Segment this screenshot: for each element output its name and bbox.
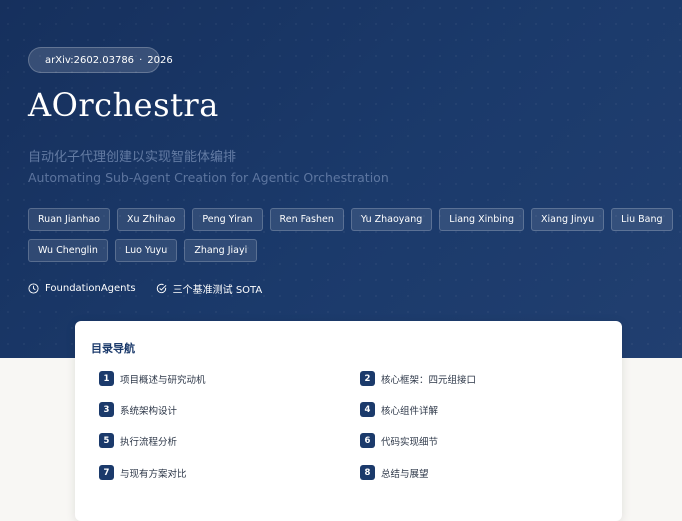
toc-label: 执行流程分析 <box>120 436 178 448</box>
toc-number: 1 <box>99 371 114 386</box>
toc-number: 7 <box>99 465 114 480</box>
author-tag[interactable]: Liang Xinbing <box>439 208 524 231</box>
benchmark-info: 三个基准测试 SOTA <box>156 281 263 296</box>
check-circle-icon <box>156 283 167 294</box>
toc-label: 代码实现细节 <box>381 436 439 448</box>
toc-label: 系统架构设计 <box>120 405 178 417</box>
author-tag[interactable]: Xiang Jinyu <box>531 208 605 231</box>
author-tag[interactable]: Xu Zhihao <box>117 208 186 231</box>
toc-item-1[interactable]: 1 项目概述与研究动机 <box>99 371 206 386</box>
toc-number: 5 <box>99 433 114 448</box>
meta-row: FoundationAgents 三个基准测试 SOTA <box>28 281 282 296</box>
toc-item-2[interactable]: 2 核心框架：四元组接口 <box>360 371 476 386</box>
author-tag[interactable]: Peng Yiran <box>192 208 263 231</box>
author-tag[interactable]: Ruan Jianhao <box>28 208 110 231</box>
author-tag[interactable]: Liu Bang <box>611 208 673 231</box>
subtitle-chinese: 自动化子代理创建以实现智能体编排 <box>28 150 237 165</box>
hero-banner: arXiv:2602.03786 · 2026 AOrchestra 自动化子代… <box>0 0 682 358</box>
arxiv-badge[interactable]: arXiv:2602.03786 · 2026 <box>28 47 173 73</box>
toc-item-8[interactable]: 8 总结与展望 <box>360 465 429 480</box>
clock-icon <box>28 283 39 294</box>
toc-item-3[interactable]: 3 系统架构设计 <box>99 402 177 417</box>
toc-number: 4 <box>360 402 375 417</box>
year: 2026 <box>147 54 173 66</box>
author-tag[interactable]: Ren Fashen <box>269 208 344 231</box>
toc-item-4[interactable]: 4 核心组件详解 <box>360 402 438 417</box>
subtitle-english: Automating Sub-Agent Creation for Agenti… <box>28 170 389 185</box>
author-tag[interactable]: Zhang Jiayi <box>184 239 258 262</box>
author-tag[interactable]: Yu Zhaoyang <box>350 208 433 231</box>
toc-label: 核心框架：四元组接口 <box>381 374 477 386</box>
badge-separator: · <box>139 54 143 66</box>
author-tag[interactable]: Wu Chenglin <box>28 239 108 262</box>
arxiv-id: arXiv:2602.03786 <box>45 54 135 66</box>
toc-panel: 目录导航 1 项目概述与研究动机 2 核心框架：四元组接口 3 系统架构设计 4… <box>75 321 622 521</box>
toc-item-7[interactable]: 7 与现有方案对比 <box>99 465 187 480</box>
toc-number: 2 <box>360 371 375 386</box>
toc-number: 3 <box>99 402 114 417</box>
toc-label: 项目概述与研究动机 <box>120 374 206 386</box>
toc-title: 目录导航 <box>91 342 135 355</box>
toc-item-5[interactable]: 5 执行流程分析 <box>99 433 177 448</box>
author-tag[interactable]: Luo Yuyu <box>114 239 178 262</box>
toc-label: 与现有方案对比 <box>120 468 187 480</box>
toc-label: 总结与展望 <box>381 468 429 480</box>
toc-number: 8 <box>360 465 375 480</box>
page-title: AOrchestra <box>28 86 219 124</box>
org-name: FoundationAgents <box>45 283 136 294</box>
benchmark-text: 三个基准测试 SOTA <box>172 285 263 296</box>
org-info: FoundationAgents <box>28 283 136 294</box>
toc-number: 6 <box>360 433 375 448</box>
toc-item-6[interactable]: 6 代码实现细节 <box>360 433 438 448</box>
author-list: Ruan Jianhao Xu Zhihao Peng Yiran Ren Fa… <box>28 208 678 262</box>
toc-label: 核心组件详解 <box>381 405 439 417</box>
